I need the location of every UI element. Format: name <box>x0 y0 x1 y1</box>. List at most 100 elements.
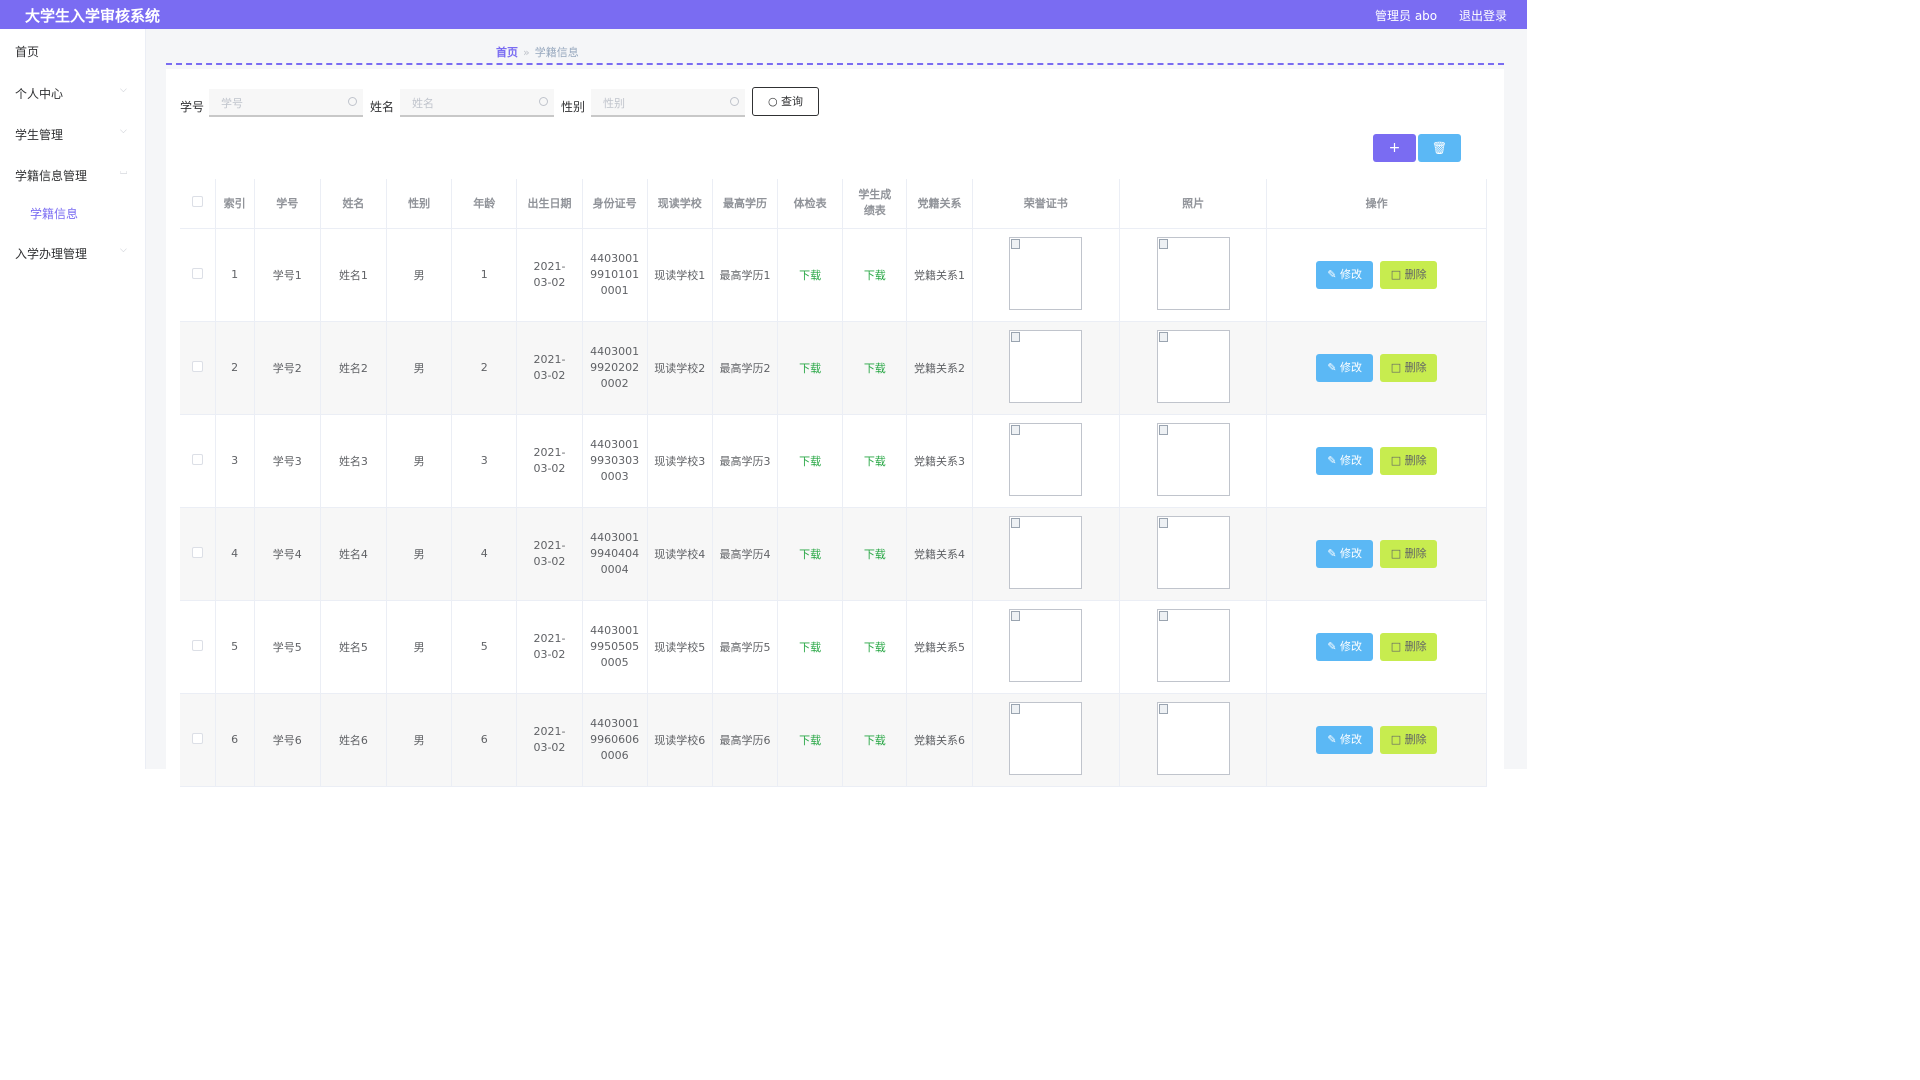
birth-date-cell: 2021-03-02 <box>516 228 583 322</box>
operations-cell: ✎ 修改 □ 删除 <box>1266 228 1487 322</box>
column-header: 体检表 <box>777 179 844 229</box>
party-relation-cell: 党籍关系1 <box>906 228 973 322</box>
edit-button-label: 修改 <box>1340 732 1363 746</box>
gender-search-input[interactable]: 性别 <box>591 89 745 117</box>
delete-button[interactable]: □ 删除 <box>1380 446 1438 475</box>
select-all-checkbox[interactable] <box>191 196 203 208</box>
trash-icon: 🗑 <box>1431 141 1448 155</box>
edit-button[interactable]: ✎ 修改 <box>1316 353 1374 382</box>
index-cell: 3 <box>215 414 255 508</box>
birth-date-text: 2021-03-02 <box>533 724 566 754</box>
row-checkbox[interactable] <box>191 639 203 651</box>
student-id-search-input[interactable]: 学号 <box>209 89 363 117</box>
breadcrumb: 首页 » 学籍信息 <box>496 44 579 60</box>
health-form-download-link[interactable]: 下载 <box>799 734 821 747</box>
transcript-download-link[interactable]: 下载 <box>864 548 886 561</box>
party-relation-cell: 党籍关系2 <box>906 321 973 415</box>
sidebar-item-home[interactable]: 首页 <box>15 43 39 60</box>
school-cell: 现读学校2 <box>647 321 713 415</box>
delete-button[interactable]: □ 删除 <box>1380 725 1438 754</box>
broken-image-icon <box>1011 610 1021 621</box>
birth-date-text: 2021-03-02 <box>533 538 566 568</box>
sidebar-item-enrollment-management[interactable]: 入学办理管理 ⌵ <box>15 245 135 262</box>
table-header-row: 索引 学号 姓名 性别 年龄 出生日期 身份证号 现读学校 最高学历 体检表 学… <box>180 179 1487 229</box>
delete-button-label: 删除 <box>1404 639 1427 653</box>
transcript-download-link[interactable]: 下载 <box>864 269 886 282</box>
edit-icon: ✎ <box>1327 546 1341 560</box>
party-relation-cell: 党籍关系6 <box>906 693 973 787</box>
column-header: 学生成绩表 <box>842 179 908 229</box>
party-relation-cell: 党籍关系5 <box>906 600 973 694</box>
edit-button-label: 修改 <box>1340 267 1363 281</box>
edit-button[interactable]: ✎ 修改 <box>1316 260 1374 289</box>
table-row: 4 学号4 姓名4 男 4 2021-03-02 440300199404040004 现读学… <box>180 507 1487 601</box>
row-checkbox[interactable] <box>191 453 203 465</box>
transcript-download-link[interactable]: 下载 <box>864 734 886 747</box>
trash-icon: □ <box>1390 267 1405 281</box>
transcript-download-link[interactable]: 下载 <box>864 641 886 654</box>
age-cell: 4 <box>451 507 518 601</box>
row-checkbox[interactable] <box>191 267 203 279</box>
edit-button[interactable]: ✎ 修改 <box>1316 446 1374 475</box>
app-title: 大学生入学审核系统 <box>25 7 161 25</box>
health-form-download-link[interactable]: 下载 <box>799 641 821 654</box>
sidebar-subitem-student-records[interactable]: 学籍信息 <box>30 205 78 222</box>
row-checkbox[interactable] <box>191 360 203 372</box>
sidebar-item-student-management[interactable]: 学生管理 ⌵ <box>15 126 135 143</box>
party-relation-cell: 党籍关系3 <box>906 414 973 508</box>
sidebar-item-label: 个人中心 <box>15 87 64 101</box>
health-form-download-link[interactable]: 下载 <box>799 269 821 282</box>
chevron-down-icon: ⌵ <box>120 126 127 136</box>
health-form-download-link[interactable]: 下载 <box>799 455 821 468</box>
edit-button[interactable]: ✎ 修改 <box>1316 539 1374 568</box>
trash-icon: □ <box>1390 639 1405 653</box>
id-number-text: 440300199505050005 <box>590 623 640 669</box>
id-number-text: 440300199101010001 <box>590 251 640 297</box>
row-checkbox[interactable] <box>191 732 203 744</box>
id-number-cell: 440300199606060006 <box>582 693 648 787</box>
edit-icon: ✎ <box>1327 639 1341 653</box>
batch-delete-button[interactable]: 🗑 <box>1418 134 1461 162</box>
column-header: 最高学历 <box>712 179 779 229</box>
health-form-download-link[interactable]: 下载 <box>799 362 821 375</box>
row-select-cell <box>180 228 216 322</box>
birth-date-text: 2021-03-02 <box>533 259 566 289</box>
operations-cell: ✎ 修改 □ 删除 <box>1266 507 1487 601</box>
transcript-download-link[interactable]: 下载 <box>864 455 886 468</box>
health-form-cell: 下载 <box>777 414 844 508</box>
table-row: 3 学号3 姓名3 男 3 2021-03-02 440300199303030003 现读学… <box>180 414 1487 508</box>
id-number-cell: 440300199202020002 <box>582 321 648 415</box>
gender-cell: 男 <box>386 507 453 601</box>
logout-link[interactable]: 退出登录 <box>1459 9 1507 23</box>
row-select-cell <box>180 414 216 508</box>
sidebar-item-student-records-management[interactable]: 学籍信息管理 ⌴ <box>15 167 135 184</box>
name-search-input[interactable]: 姓名 <box>400 89 554 117</box>
row-checkbox[interactable] <box>191 546 203 558</box>
delete-button[interactable]: □ 删除 <box>1380 539 1438 568</box>
sidebar-item-personal-center[interactable]: 个人中心 ⌵ <box>15 85 135 102</box>
table-row: 6 学号6 姓名6 男 6 2021-03-02 440300199606060006 现读学… <box>180 693 1487 787</box>
trash-icon: □ <box>1390 360 1405 374</box>
edit-button[interactable]: ✎ 修改 <box>1316 725 1374 754</box>
health-form-download-link[interactable]: 下载 <box>799 548 821 561</box>
student-id-cell: 学号6 <box>254 693 321 787</box>
input-placeholder: 学号 <box>221 97 243 110</box>
input-placeholder: 性别 <box>603 97 625 110</box>
column-header: 现读学校 <box>647 179 713 229</box>
breadcrumb-home[interactable]: 首页 <box>496 46 518 59</box>
add-button[interactable]: + <box>1373 134 1416 162</box>
name-cell: 姓名3 <box>320 414 388 508</box>
certificate-cell <box>972 600 1120 694</box>
delete-button[interactable]: □ 删除 <box>1380 632 1438 661</box>
edit-button[interactable]: ✎ 修改 <box>1316 632 1374 661</box>
search-icon <box>539 97 548 106</box>
gender-cell: 男 <box>386 600 453 694</box>
sidebar-item-label: 学生管理 <box>15 128 64 142</box>
delete-button[interactable]: □ 删除 <box>1380 353 1438 382</box>
delete-button[interactable]: □ 删除 <box>1380 260 1438 289</box>
school-cell: 现读学校4 <box>647 507 713 601</box>
transcript-download-link[interactable]: 下载 <box>864 362 886 375</box>
query-button[interactable]: ○ 查询 <box>752 87 819 116</box>
column-header: 性别 <box>386 179 453 229</box>
delete-button-label: 删除 <box>1404 546 1427 560</box>
